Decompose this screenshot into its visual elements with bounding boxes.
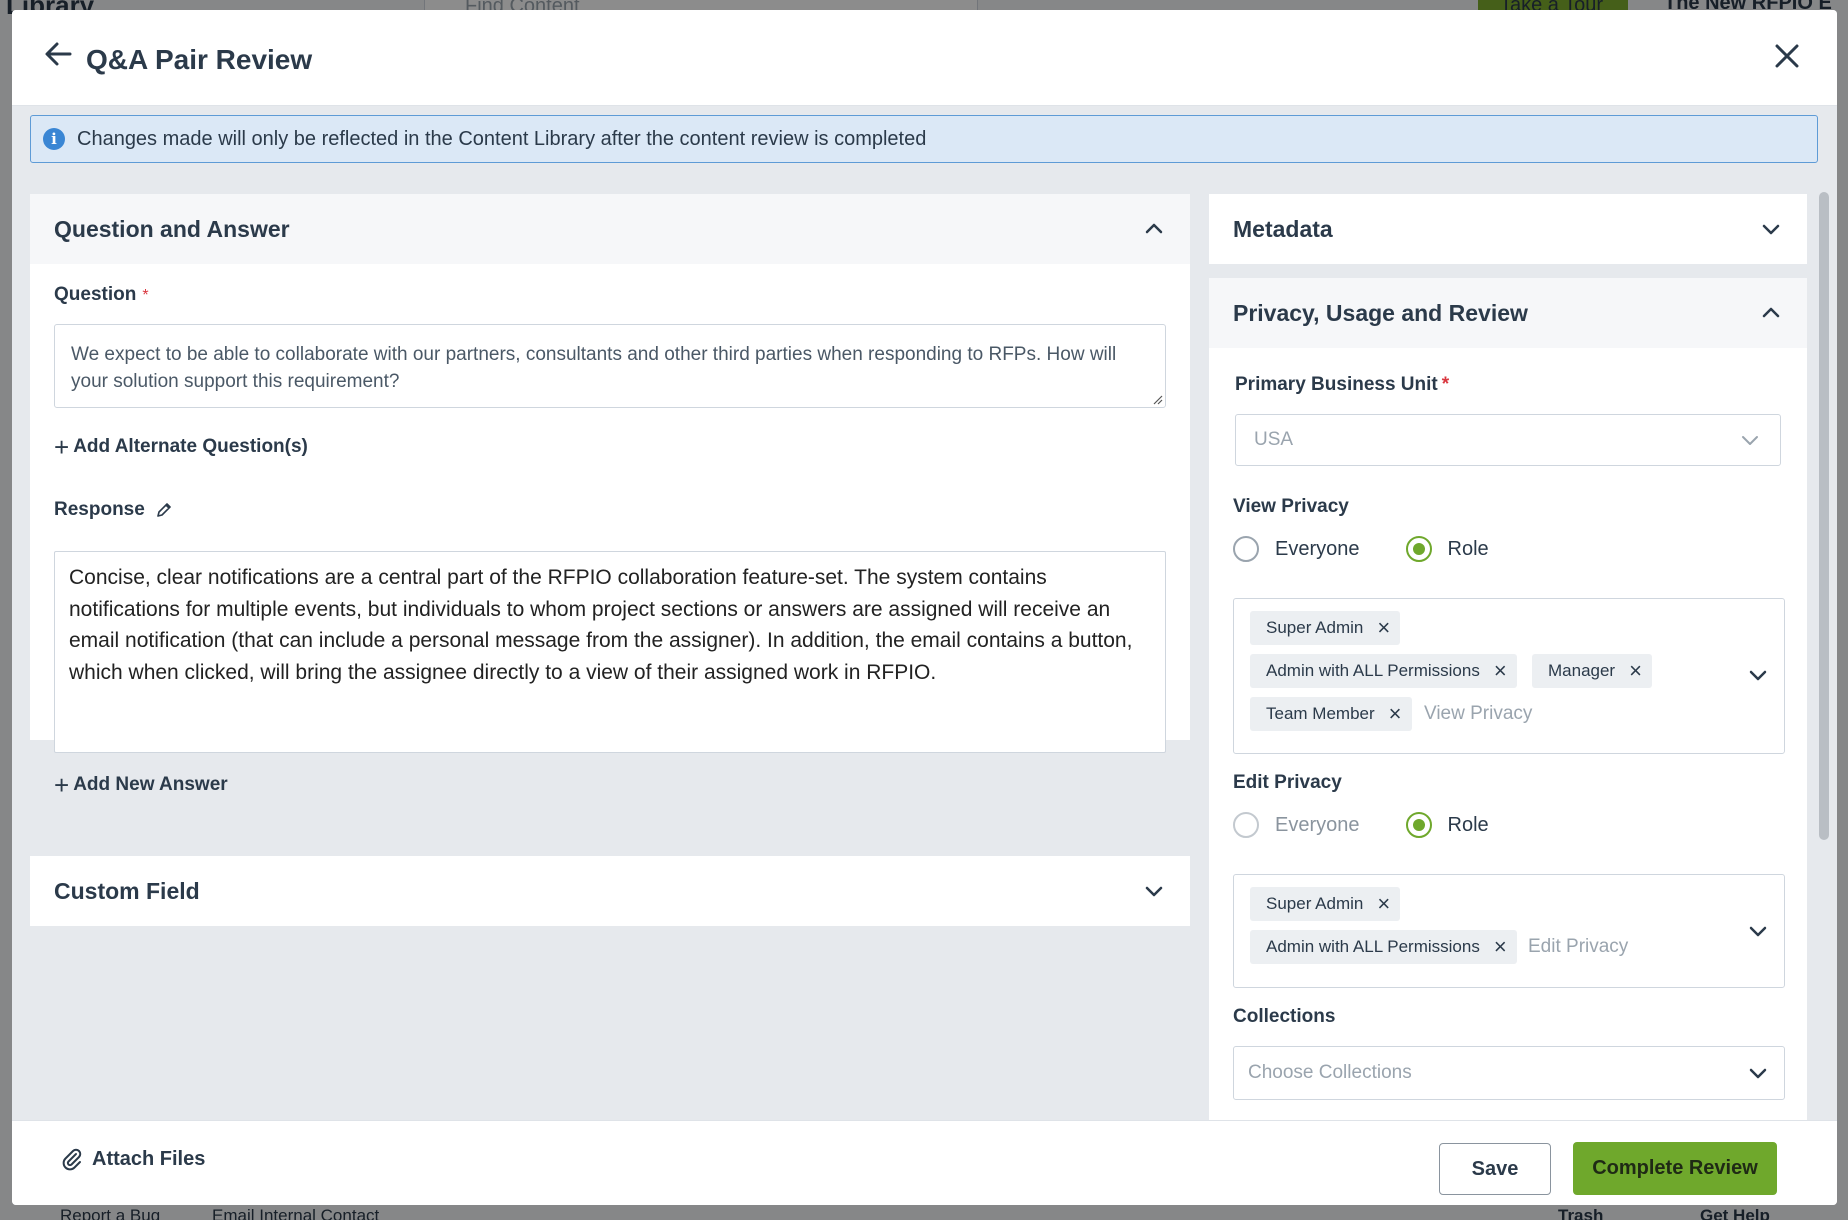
metadata-header[interactable]: Metadata bbox=[1209, 194, 1807, 264]
business-unit-value: USA bbox=[1254, 429, 1294, 450]
chevron-up-icon[interactable] bbox=[1142, 217, 1166, 241]
qa-review-modal: Q&A Pair Review i Changes made will only… bbox=[12, 10, 1837, 1205]
chevron-down-icon[interactable] bbox=[1746, 663, 1770, 687]
tag-label: Team Member bbox=[1266, 704, 1375, 723]
remove-tag-icon[interactable]: × bbox=[1494, 936, 1507, 958]
edit-privacy-radio-group: Everyone Role bbox=[1233, 812, 1535, 838]
chevron-down-icon[interactable] bbox=[1142, 879, 1166, 903]
modal-header: Q&A Pair Review bbox=[12, 10, 1837, 106]
metadata-panel: Metadata bbox=[1209, 194, 1807, 264]
view-privacy-label: View Privacy bbox=[1233, 496, 1349, 517]
remove-tag-icon[interactable]: × bbox=[1494, 660, 1507, 682]
tag-label: Super Admin bbox=[1266, 894, 1364, 913]
qa-panel: Question and Answer Question * We expect … bbox=[30, 194, 1190, 798]
edit-role-radio[interactable] bbox=[1405, 812, 1432, 838]
privacy-panel: Privacy, Usage and Review Primary Busine… bbox=[1209, 278, 1807, 1120]
view-tag-super-admin: Super Admin × bbox=[1250, 611, 1401, 645]
info-message: Changes made will only be reflected in t… bbox=[77, 127, 927, 150]
resize-handle-icon[interactable] bbox=[1151, 393, 1163, 405]
response-label: Response bbox=[54, 499, 145, 520]
custom-field-title: Custom Field bbox=[54, 877, 200, 904]
custom-field-panel: Custom Field bbox=[30, 856, 1190, 926]
view-role-label[interactable]: Role bbox=[1448, 538, 1489, 561]
edit-privacy-label: Edit Privacy bbox=[1233, 772, 1342, 793]
edit-tag-admin-all-permissions: Admin with ALL Permissions × bbox=[1250, 930, 1517, 964]
chevron-down-icon[interactable] bbox=[1759, 217, 1783, 241]
tag-label: Manager bbox=[1548, 661, 1616, 680]
add-new-answer-label: Add New Answer bbox=[73, 774, 228, 795]
remove-tag-icon[interactable]: × bbox=[1629, 660, 1642, 682]
tag-label: Super Admin bbox=[1266, 618, 1364, 637]
tag-label: Admin with ALL Permissions bbox=[1266, 661, 1480, 680]
qa-panel-title: Question and Answer bbox=[54, 215, 290, 242]
chevron-down-icon[interactable] bbox=[1746, 919, 1770, 943]
plus-icon: + bbox=[54, 432, 70, 462]
edit-everyone-radio[interactable] bbox=[1233, 812, 1259, 838]
required-marker: * bbox=[142, 287, 149, 304]
view-role-radio[interactable] bbox=[1405, 536, 1432, 562]
edit-everyone-label[interactable]: Everyone bbox=[1275, 814, 1360, 837]
chevron-up-icon[interactable] bbox=[1759, 301, 1783, 325]
question-textarea[interactable]: We expect to be able to collaborate with… bbox=[54, 324, 1166, 408]
info-icon: i bbox=[43, 128, 65, 150]
qa-panel-header[interactable]: Question and Answer bbox=[30, 194, 1190, 264]
business-unit-label: Primary Business Unit bbox=[1235, 374, 1438, 395]
edit-privacy-placeholder[interactable]: Edit Privacy bbox=[1528, 936, 1628, 958]
question-label: Question bbox=[54, 284, 137, 305]
modal-title: Q&A Pair Review bbox=[86, 44, 313, 75]
privacy-title: Privacy, Usage and Review bbox=[1233, 299, 1528, 326]
view-everyone-label[interactable]: Everyone bbox=[1275, 538, 1360, 561]
remove-tag-icon[interactable]: × bbox=[1377, 893, 1390, 915]
right-panel-scrollbar[interactable] bbox=[1819, 192, 1829, 840]
attach-files-button[interactable]: Attach Files bbox=[60, 1147, 205, 1171]
add-new-answer-button[interactable]: + Add New Answer bbox=[54, 770, 228, 800]
view-tag-team-member: Team Member × bbox=[1250, 697, 1412, 731]
remove-tag-icon[interactable]: × bbox=[1377, 617, 1390, 639]
add-alternate-question-label: Add Alternate Question(s) bbox=[73, 436, 308, 457]
pencil-icon[interactable] bbox=[155, 501, 173, 519]
collections-select[interactable]: Choose Collections bbox=[1233, 1046, 1785, 1100]
business-unit-select[interactable]: USA bbox=[1235, 414, 1781, 466]
paperclip-icon bbox=[62, 1148, 82, 1171]
edit-privacy-multiselect[interactable]: Super Admin × Admin with ALL Permissions ×… bbox=[1233, 874, 1785, 988]
collections-label: Collections bbox=[1233, 1006, 1336, 1027]
response-label-row: Response bbox=[54, 499, 173, 521]
edit-role-label[interactable]: Role bbox=[1448, 814, 1489, 837]
save-button[interactable]: Save bbox=[1439, 1143, 1551, 1195]
remove-tag-icon[interactable]: × bbox=[1389, 703, 1402, 725]
add-alternate-question-button[interactable]: + Add Alternate Question(s) bbox=[54, 432, 308, 462]
close-icon[interactable] bbox=[1767, 36, 1807, 76]
complete-review-button[interactable]: Complete Review bbox=[1573, 1142, 1777, 1195]
chevron-down-icon bbox=[1738, 428, 1762, 452]
tag-label: Admin with ALL Permissions bbox=[1266, 937, 1480, 956]
business-unit-label-row: Primary Business Unit * bbox=[1235, 374, 1449, 396]
view-privacy-radio-group: Everyone Role bbox=[1233, 536, 1535, 562]
view-everyone-radio[interactable] bbox=[1233, 536, 1259, 562]
response-editor[interactable]: Concise, clear notifications are a centr… bbox=[54, 551, 1166, 753]
view-privacy-placeholder[interactable]: View Privacy bbox=[1424, 703, 1532, 725]
info-banner: i Changes made will only be reflected in… bbox=[30, 115, 1818, 163]
plus-icon: + bbox=[54, 770, 70, 800]
metadata-title: Metadata bbox=[1233, 215, 1333, 242]
back-arrow-icon[interactable] bbox=[38, 38, 78, 78]
view-tag-admin-all-permissions: Admin with ALL Permissions × bbox=[1250, 654, 1517, 688]
question-label-row: Question * bbox=[54, 284, 149, 306]
question-text: We expect to be able to collaborate with… bbox=[71, 344, 1117, 392]
edit-tag-super-admin: Super Admin × bbox=[1250, 887, 1401, 921]
view-tag-manager: Manager × bbox=[1532, 654, 1652, 688]
modal-footer: Attach Files Save Complete Review bbox=[12, 1120, 1837, 1205]
view-privacy-multiselect[interactable]: Super Admin × Admin with ALL Permissions ×… bbox=[1233, 598, 1785, 754]
custom-field-header[interactable]: Custom Field bbox=[30, 856, 1190, 926]
required-marker: * bbox=[1441, 374, 1450, 395]
privacy-header[interactable]: Privacy, Usage and Review bbox=[1209, 278, 1807, 348]
chevron-down-icon bbox=[1746, 1061, 1770, 1085]
attach-files-label: Attach Files bbox=[92, 1147, 206, 1170]
collections-placeholder: Choose Collections bbox=[1248, 1062, 1412, 1083]
